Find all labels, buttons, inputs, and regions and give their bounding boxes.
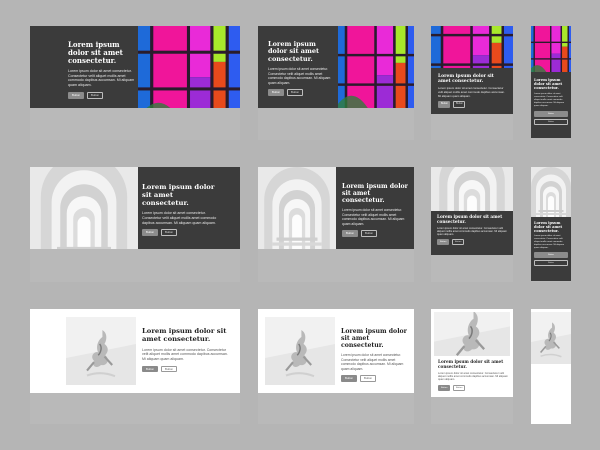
frame-r1c1: Lorem ipsum dolor sit amet consectetur. …: [30, 26, 240, 140]
hero-card: Lorem ipsum dolor sit amet consectetur. …: [30, 26, 240, 108]
hero-card: Lorem ipsum dolor sit amet consectetur. …: [258, 26, 414, 108]
secondary-button[interactable]: Button: [534, 118, 568, 125]
frame-r1c4: Lorem ipsum dolor sit amet consectetur. …: [531, 26, 571, 140]
stained-glass-image: [531, 26, 571, 72]
sculpture-image: [265, 317, 335, 385]
card-body: Lorem ipsum dolor sit amet consectetur. …: [534, 235, 565, 249]
card-body: Lorem ipsum dolor sit amet consectetur. …: [142, 347, 228, 361]
frame-r2c1: Lorem ipsum dolor sit amet consectetur. …: [30, 167, 240, 282]
stained-glass-image: [338, 26, 414, 108]
hero-card: Lorem ipsum dolor sit amet consectetur. …: [531, 26, 571, 138]
card-title: Lorem ipsum dolor sit amet consectetur.: [142, 327, 227, 343]
frame-r1c3: Lorem ipsum dolor sit amet consectetur. …: [431, 26, 513, 140]
secondary-button[interactable]: Button: [360, 375, 376, 382]
hero-card: Lorem ipsum dolor sit amet consectetur. …: [531, 217, 571, 281]
white-arches-image: [531, 167, 571, 217]
secondary-button[interactable]: Button: [361, 230, 377, 237]
secondary-button[interactable]: Button: [87, 91, 103, 99]
card-title: Lorem ipsum dolor sit amet consectetur.: [68, 40, 123, 66]
hero-card: Lorem ipsum dolor sit amet consectetur. …: [258, 309, 414, 393]
primary-button[interactable]: Button: [68, 91, 84, 99]
secondary-button[interactable]: Button: [453, 384, 465, 391]
hero-card: Lorem ipsum dolor sit amet consectetur. …: [431, 309, 513, 397]
primary-button[interactable]: Button: [142, 229, 158, 237]
card-title: Lorem ipsum dolor sit amet consectetur.: [268, 40, 319, 63]
secondary-button[interactable]: Button: [534, 259, 568, 266]
secondary-button[interactable]: Button: [161, 365, 177, 373]
card-title: Lorem ipsum dolor sit amet consectetur.: [438, 359, 504, 369]
secondary-button[interactable]: Button: [452, 238, 464, 245]
primary-button[interactable]: Button: [534, 251, 568, 258]
secondary-button[interactable]: Button: [453, 101, 465, 108]
card-title: Lorem ipsum dolor sit amet consectetur.: [438, 74, 494, 85]
frame-r2c2: Lorem ipsum dolor sit amet consectetur. …: [258, 167, 414, 282]
primary-button[interactable]: Button: [268, 89, 284, 96]
card-title: Lorem ipsum dolor sit amet consectetur.: [437, 214, 503, 224]
secondary-button[interactable]: Button: [287, 89, 303, 96]
hero-card: Lorem ipsum dolor sit amet consectetur. …: [30, 309, 240, 393]
primary-button[interactable]: Button: [437, 238, 449, 245]
card-body: Lorem ipsum dolor sit amet consectetur. …: [438, 371, 508, 382]
primary-button[interactable]: Button: [438, 101, 450, 108]
hero-card: Lorem ipsum dolor sit amet consectetur. …: [30, 167, 240, 249]
card-body: Lorem ipsum dolor sit amet consectetur. …: [341, 353, 404, 371]
card-body: Lorem ipsum dolor sit amet consectetur. …: [142, 211, 217, 225]
card-body: Lorem ipsum dolor sit amet consectetur. …: [438, 86, 505, 98]
card-body: Lorem ipsum dolor sit amet consectetur. …: [534, 93, 565, 107]
stained-glass-image: [138, 26, 240, 108]
frame-r3c3: Lorem ipsum dolor sit amet consectetur. …: [431, 309, 513, 424]
primary-button[interactable]: Button: [142, 365, 158, 373]
hero-card: Lorem ipsum dolor sit amet consectetur. …: [431, 26, 513, 114]
sculpture-image: [531, 312, 571, 364]
frame-r3c4: [531, 309, 571, 424]
primary-button[interactable]: Button: [341, 375, 357, 382]
white-arches-image: [431, 167, 513, 211]
secondary-button[interactable]: Button: [161, 229, 177, 237]
hero-card: Lorem ipsum dolor sit amet consectetur. …: [258, 167, 414, 249]
card-body: Lorem ipsum dolor sit amet consectetur. …: [268, 67, 331, 85]
sculpture-image: [434, 312, 510, 356]
primary-button[interactable]: Button: [342, 230, 358, 237]
card-body: Lorem ipsum dolor sit amet consectetur. …: [437, 226, 507, 237]
primary-button[interactable]: Button: [534, 110, 568, 117]
primary-button[interactable]: Button: [438, 384, 450, 391]
frame-r3c1: Lorem ipsum dolor sit amet consectetur. …: [30, 309, 240, 424]
card-title: Lorem ipsum dolor sit amet consectetur.: [142, 183, 215, 207]
card-title: Lorem ipsum dolor sit amet consectetur.: [534, 78, 563, 91]
frame-r1c2: Lorem ipsum dolor sit amet consectetur. …: [258, 26, 414, 140]
card-title: Lorem ipsum dolor sit amet consectetur.: [342, 183, 408, 205]
sculpture-image: [66, 317, 136, 385]
card-title: Lorem ipsum dolor sit amet consectetur.: [341, 328, 407, 350]
stained-glass-image: [431, 26, 513, 68]
frame-r2c4: Lorem ipsum dolor sit amet consectetur. …: [531, 167, 571, 282]
card-title: Lorem ipsum dolor sit amet consectetur.: [534, 221, 563, 234]
card-body: Lorem ipsum dolor sit amet consectetur. …: [68, 69, 135, 88]
white-arches-image: [258, 167, 336, 249]
frame-r3c2: Lorem ipsum dolor sit amet consectetur. …: [258, 309, 414, 424]
white-arches-image: [30, 167, 138, 249]
card-body: Lorem ipsum dolor sit amet consectetur. …: [342, 208, 405, 226]
hero-card: Lorem ipsum dolor sit amet consectetur. …: [431, 211, 513, 255]
frame-r2c3: Lorem ipsum dolor sit amet consectetur. …: [431, 167, 513, 282]
